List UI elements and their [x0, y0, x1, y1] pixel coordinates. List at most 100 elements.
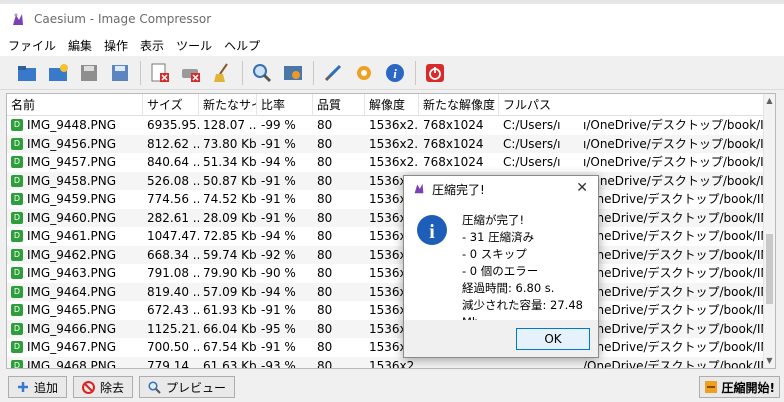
new-size-cell: 59.74 Kb — [203, 247, 257, 262]
file-name-cell: D IMG_9465.PNG — [7, 301, 143, 320]
ratio-cell: -91 % — [261, 192, 296, 206]
dialog-line-skipped: - 0 スキップ — [462, 247, 527, 261]
image-preview-icon[interactable] — [280, 60, 306, 86]
remove-list-icon[interactable] — [147, 60, 173, 86]
file-name-cell: D IMG_9462.PNG — [7, 246, 143, 265]
power-icon[interactable] — [422, 60, 448, 86]
table-row[interactable]: D IMG_9462.PNG 668.34 ... 59.74 Kb -92 % 80 15… — [7, 245, 765, 265]
size-cell: 1125.21... — [147, 321, 199, 336]
resolution-cell: 1536x2... — [369, 118, 419, 132]
menu-view[interactable]: 表示 — [140, 37, 164, 54]
bottom-bar: 追加 除去 プレビュー 圧縮開始! — [0, 372, 784, 402]
file-name: IMG_9448.PNG — [27, 118, 117, 132]
ratio-cell: -94 % — [261, 229, 296, 243]
compress-button[interactable]: 圧縮開始! — [698, 376, 780, 398]
table-row[interactable]: D IMG_9464.PNG 819.40 ... 57.09 Kb -94 % 80 15… — [7, 282, 765, 301]
new-resolution-cell — [419, 357, 499, 369]
table-row[interactable]: D IMG_9460.PNG 282.61 ... 28.09 Kb -91 % 80 15… — [7, 208, 765, 227]
clear-drive-icon[interactable] — [178, 60, 204, 86]
table-row[interactable]: D IMG_9448.PNG 6935.95... 128.07 ... -99 % 80… — [7, 116, 765, 135]
ratio-cell: -90 % — [261, 266, 296, 280]
quality-cell: 80 — [317, 173, 333, 188]
preview-button[interactable]: プレビュー — [139, 376, 236, 398]
quality-cell: 80 — [317, 321, 333, 336]
menu-help[interactable]: ヘルプ — [224, 37, 260, 54]
size-cell: 672.43 ... — [147, 303, 199, 317]
ratio-cell: -93 % — [261, 358, 296, 369]
dialog-title-bar: 圧縮完了! — [404, 176, 598, 202]
settings-gear-icon[interactable] — [351, 60, 377, 86]
dialog-body: i 圧縮が完了! - 31 圧縮済み - 0 スキップ - 0 個のエラー 経過… — [404, 202, 598, 329]
column-header-new-resolution[interactable]: 新たな解像度 — [419, 94, 499, 116]
broom-icon[interactable] — [209, 60, 235, 86]
toolbar-separator — [242, 60, 243, 85]
table-row[interactable]: DIMG_9461.PNG1047.47...72.85 Kb-94 %8015… — [7, 227, 765, 246]
file-image-icon: D — [11, 341, 23, 354]
menu-edit[interactable]: 編集 — [68, 37, 92, 54]
quality-cell: 80 — [317, 136, 333, 151]
ratio-cell: -95 % — [261, 321, 296, 336]
table-row[interactable]: D IMG_9456.PNG 812.62 ... 73.80 Kb -91 % 80 15… — [7, 134, 765, 154]
magnifier-icon[interactable] — [249, 60, 275, 86]
column-header-size[interactable]: サイズ — [143, 94, 199, 116]
tools-icon[interactable] — [320, 60, 346, 86]
new-size-cell: 66.04 Kb — [203, 321, 257, 336]
table-row[interactable]: D IMG_9457.PNG 840.64 ... 51.34 Kb -94 % 80 15… — [7, 153, 765, 172]
scroll-thumb[interactable] — [766, 234, 773, 304]
close-icon[interactable]: ✕ — [576, 180, 588, 196]
add-button[interactable]: 追加 — [8, 376, 68, 398]
menu-tools[interactable]: ツール — [176, 37, 212, 54]
full-path-start: C:/Users/ı — [503, 118, 561, 132]
quality-cell: 80 — [317, 303, 333, 317]
compression-complete-dialog: 圧縮完了! ✕ i 圧縮が完了! - 31 圧縮済み - 0 スキップ - 0 … — [403, 175, 599, 358]
menu-file[interactable]: ファイル — [8, 37, 56, 54]
table-row[interactable]: D IMG_9465.PNG 672.43 ... 61.93 Kb -91 % 80 15… — [7, 301, 765, 320]
file-name-cell: D IMG_9458.PNG — [7, 172, 143, 191]
full-path-cell: C:/Users/ı ı/OneDrive/デスクトップ/book/IMG... — [499, 116, 765, 135]
full-path-end: ı/OneDrive/デスクトップ/book/IMG... — [583, 155, 765, 169]
menu-bar: ファイル 編集 操作 表示 ツール ヘルプ — [0, 34, 784, 56]
save-as-disk-icon[interactable] — [107, 60, 133, 86]
column-header-name[interactable]: 名前 — [7, 94, 143, 116]
table-row[interactable]: D IMG_9459.PNG 774.56 ... 74.52 Kb -91 % 80 15… — [7, 190, 765, 209]
quality-cell: 80 — [317, 210, 333, 225]
column-header-full-path[interactable]: フルパス — [499, 94, 765, 116]
full-path-end: /OneDrive/デスクトップ/book/IMG... — [583, 340, 765, 354]
file-name-cell: D IMG_9456.PNG — [7, 135, 143, 154]
new-size-cell: 74.52 Kb — [203, 192, 257, 206]
size-cell: 1047.47... — [147, 229, 199, 243]
new-resolution-cell: 768x1024 — [423, 155, 484, 169]
table-row[interactable]: D IMG_9468.PNG 779.14 ... 61.63 Kb -93 % 80 15… — [7, 356, 765, 369]
table-row[interactable]: D IMG_9467.PNG 700.50 ... 67.54 Kb -91 % 80 15… — [7, 338, 765, 357]
column-header-resolution[interactable]: 解像度 — [365, 94, 419, 116]
info-icon[interactable]: i — [382, 60, 408, 86]
file-name: IMG_9461.PNG — [27, 229, 117, 243]
file-name: IMG_9462.PNG — [27, 247, 117, 262]
save-disk-icon[interactable] — [76, 60, 102, 86]
dialog-line-elapsed: 経過時間: 6.80 s. — [462, 281, 555, 295]
file-name-cell: D IMG_9448.PNG — [7, 116, 143, 135]
svg-text:i: i — [429, 221, 435, 243]
open-folder-add-icon[interactable] — [45, 60, 71, 86]
scroll-up-arrow-icon[interactable]: ▲ — [764, 94, 775, 108]
file-name: IMG_9464.PNG — [27, 284, 117, 299]
open-folder-icon[interactable] — [14, 60, 40, 86]
dialog-title: 圧縮完了! — [432, 182, 485, 197]
remove-button[interactable]: 除去 — [73, 376, 134, 398]
menu-action[interactable]: 操作 — [104, 37, 128, 54]
column-header-ratio[interactable]: 比率 — [257, 94, 313, 116]
ratio-cell: -94 % — [261, 284, 296, 299]
table-row[interactable]: D IMG_9458.PNG 526.08 ... 50.87 Kb -91 % 80 15… — [7, 171, 765, 191]
column-header-quality[interactable]: 品質 — [313, 94, 365, 116]
table-row[interactable]: D IMG_9463.PNG 791.08 ... 79.90 Kb -90 % 80 15… — [7, 264, 765, 283]
vertical-scrollbar[interactable]: ▲ ▼ — [763, 94, 775, 368]
file-image-icon: D — [11, 211, 23, 224]
size-cell: 6935.95... — [147, 118, 199, 132]
scroll-down-arrow-icon[interactable]: ▼ — [764, 354, 775, 368]
table-row[interactable]: DIMG_9466.PNG1125.21...66.04 Kb-95 %8015… — [7, 319, 765, 338]
full-path-end: ı/OneDrive/デスクトップ/book/IMG... — [583, 136, 765, 151]
quality-cell: 80 — [317, 266, 333, 280]
ok-button[interactable]: OK — [516, 328, 590, 350]
column-header-new-size[interactable]: 新たなサイ — [199, 94, 257, 116]
full-path-end: /OneDrive/デスクトップ/book/IMG... — [583, 247, 765, 262]
